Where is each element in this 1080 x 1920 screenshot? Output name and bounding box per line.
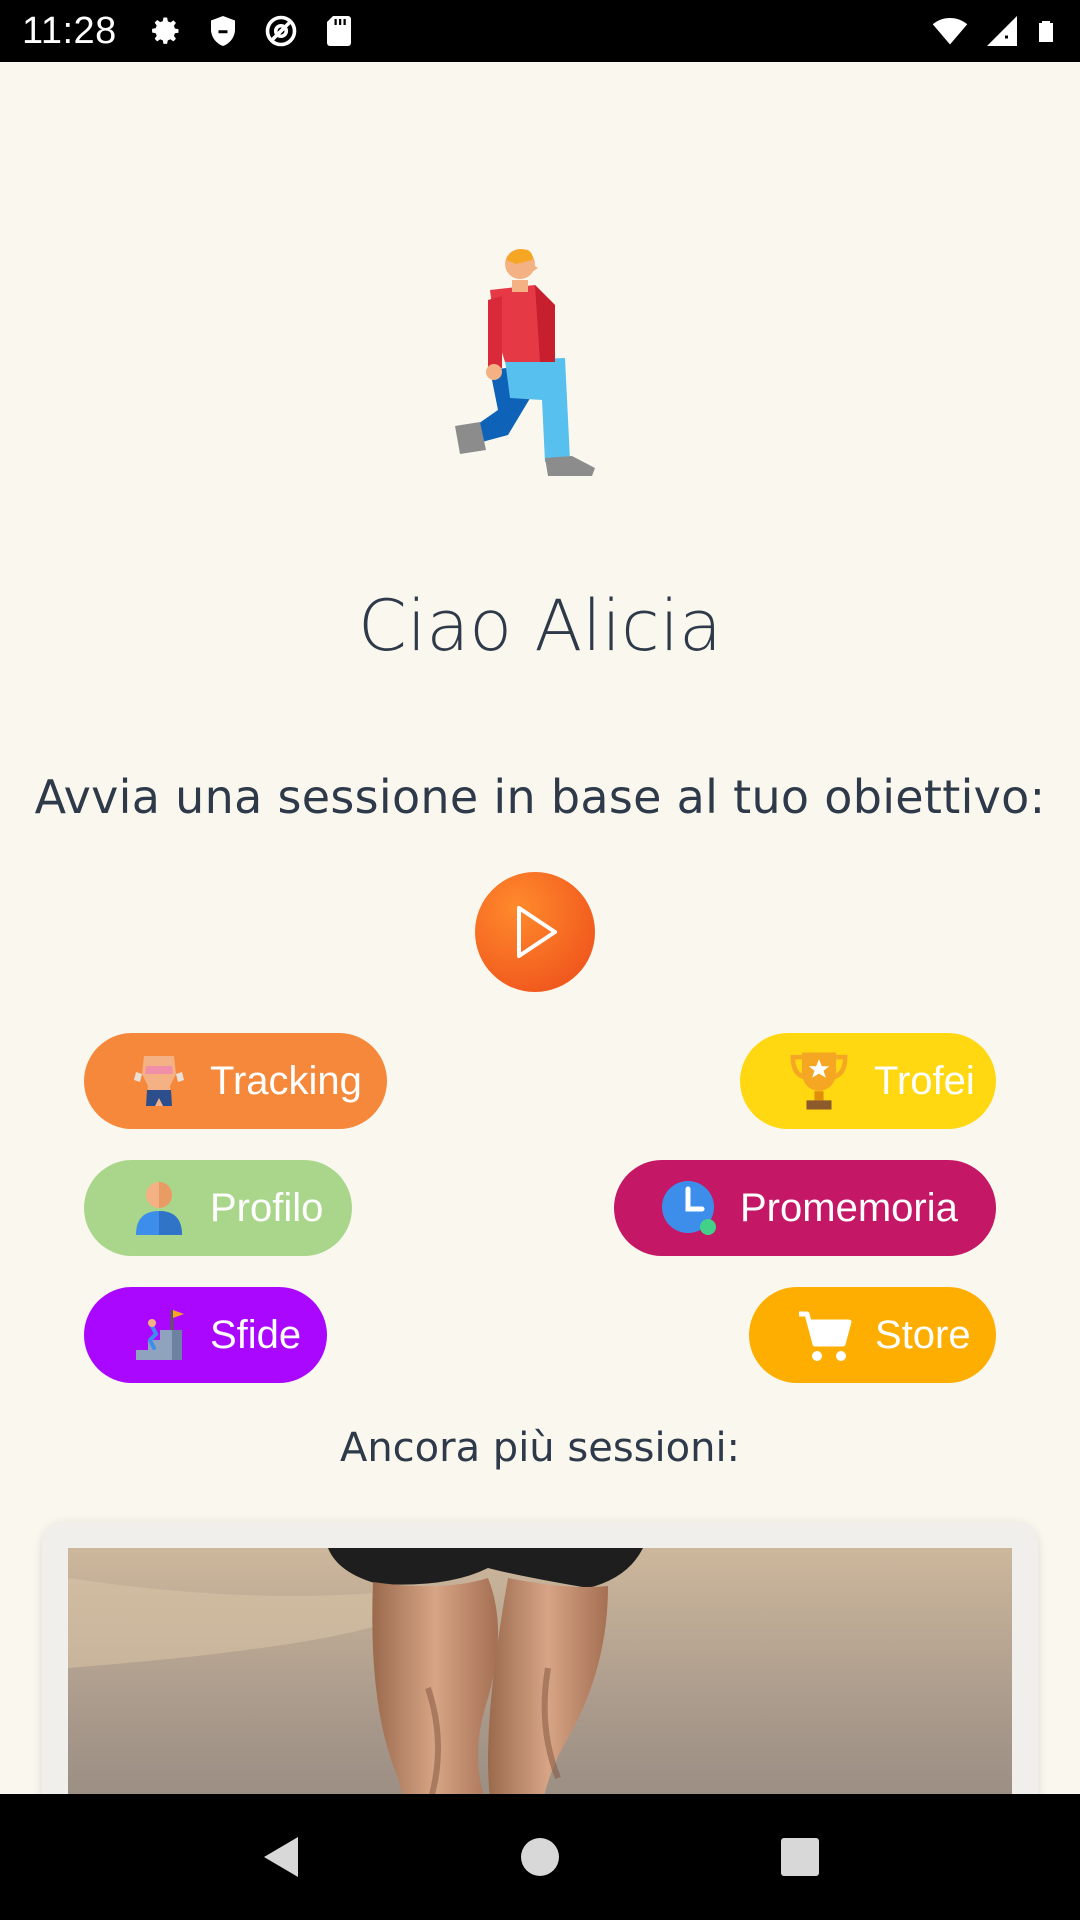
- profilo-label: Profilo: [210, 1185, 324, 1230]
- trophy-icon: [790, 1052, 848, 1110]
- back-icon: [264, 1837, 298, 1877]
- promemoria-label: Promemoria: [740, 1185, 958, 1230]
- greeting-title: Ciao Alicia: [358, 585, 722, 667]
- at-sign-icon: [265, 15, 297, 47]
- sd-card-icon: [326, 16, 351, 46]
- home-icon: [521, 1838, 559, 1876]
- cart-icon: [799, 1311, 852, 1361]
- battery-icon: [1039, 21, 1053, 42]
- recents-button[interactable]: [770, 1827, 830, 1887]
- clock-icon: [662, 1181, 716, 1235]
- wifi-icon: [932, 17, 968, 45]
- promemoria-button[interactable]: Promemoria: [614, 1160, 996, 1256]
- back-button[interactable]: [250, 1827, 310, 1887]
- home-button[interactable]: [510, 1827, 570, 1887]
- tracking-button[interactable]: Tracking: [84, 1033, 387, 1129]
- status-time: 11:28: [22, 9, 117, 52]
- store-label: Store: [875, 1312, 971, 1357]
- body-tracking-icon: [134, 1056, 184, 1106]
- stairs-flag-icon: [136, 1310, 184, 1360]
- sfide-button[interactable]: Sfide: [84, 1287, 327, 1383]
- store-button[interactable]: Store: [749, 1287, 996, 1383]
- system-nav-bar: [0, 1794, 1080, 1920]
- trofei-button[interactable]: Trofei: [740, 1033, 996, 1129]
- play-icon: [517, 906, 557, 958]
- signal-icon: [987, 16, 1017, 46]
- status-system-icons: [930, 12, 1058, 50]
- profilo-button[interactable]: Profilo: [84, 1160, 352, 1256]
- gear-icon: [151, 17, 179, 44]
- lunge-figure-illustration: [455, 249, 595, 476]
- trofei-label: Trofei: [874, 1058, 975, 1103]
- more-sessions-label: Ancora più sessioni:: [339, 1425, 741, 1471]
- status-bar: 11:28: [0, 0, 1080, 62]
- app-screen: 11:28 Ciao Alicia Avvia una sessione in …: [0, 0, 1080, 1920]
- sfide-label: Sfide: [210, 1312, 302, 1357]
- user-icon: [136, 1182, 182, 1235]
- session-subtitle: Avvia una sessione in base al tuo obiett…: [34, 770, 1046, 824]
- shield-icon: [210, 16, 235, 46]
- start-session-button[interactable]: [475, 872, 595, 992]
- recents-icon: [781, 1838, 819, 1876]
- tracking-label: Tracking: [210, 1058, 362, 1103]
- status-notification-icons: [147, 13, 357, 49]
